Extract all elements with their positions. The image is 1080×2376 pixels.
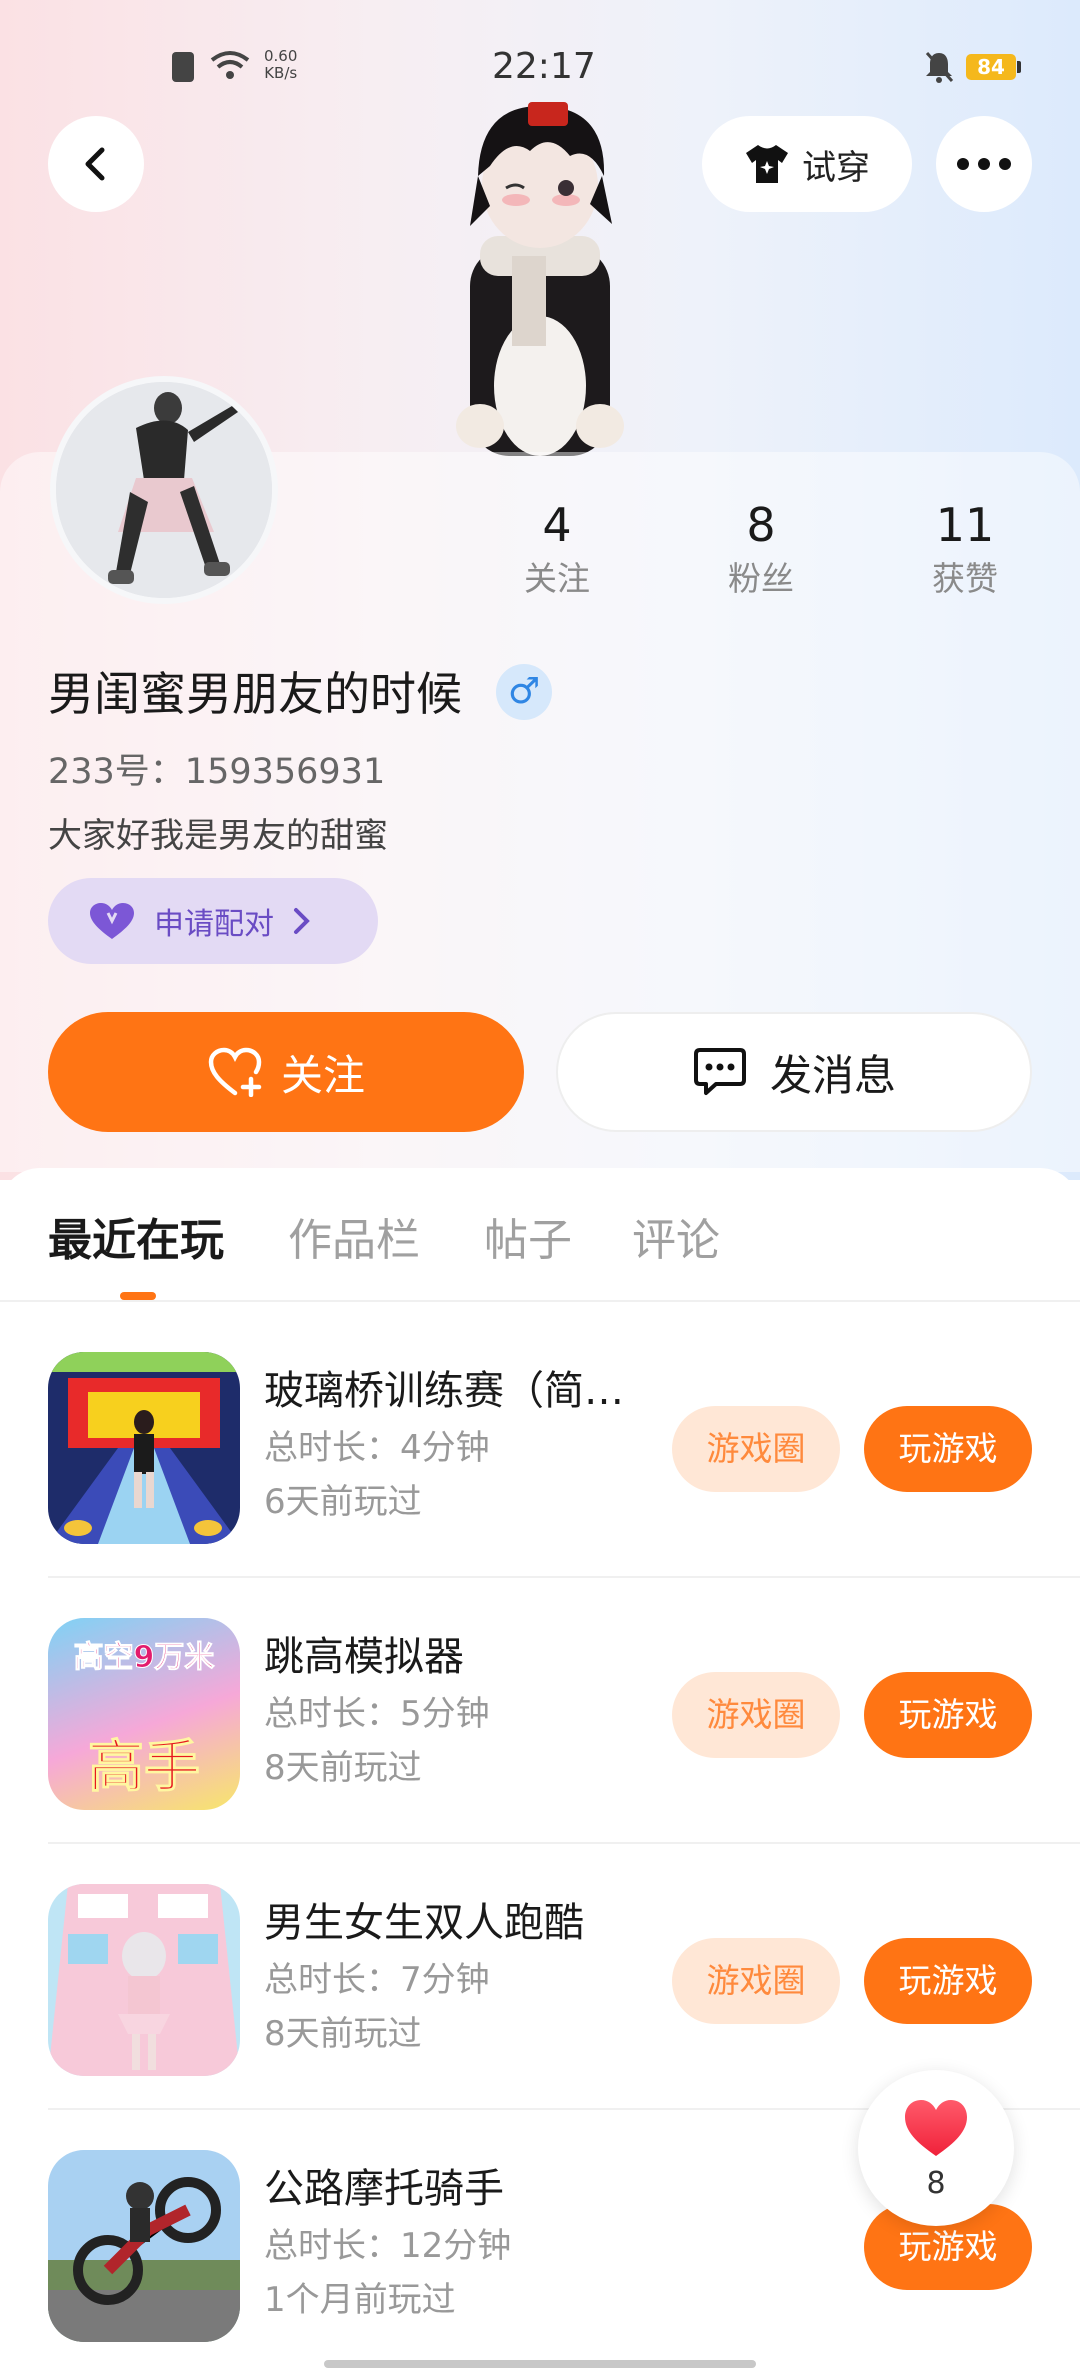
pair-request-label: 申请配对 xyxy=(154,907,274,942)
bell-muted-icon xyxy=(925,52,954,83)
battery-tip xyxy=(1017,61,1021,73)
male-gender-icon: ♂ xyxy=(496,664,552,720)
chat-bubble-icon xyxy=(693,1048,746,1095)
clock: 22:17 xyxy=(492,46,596,87)
game-title: 公路摩托骑手 xyxy=(264,2166,504,2212)
heart-icon xyxy=(905,2100,967,2156)
like-floating-button[interactable]: 8 xyxy=(858,2070,1014,2226)
tab-comments[interactable]: 评论 xyxy=(632,1204,720,1268)
likes-label: 获赞 xyxy=(932,559,998,598)
following-count: 4 xyxy=(542,498,572,552)
game-title: 男生女生双人跑酷 xyxy=(264,1900,584,1946)
game-last-played: 1个月前玩过 xyxy=(264,2280,456,2320)
following-label: 关注 xyxy=(524,559,590,598)
play-game-button[interactable]: 玩游戏 xyxy=(864,1672,1032,1758)
tab-works[interactable]: 作品栏 xyxy=(288,1204,420,1268)
game-icon-caption-bottom: 高手 xyxy=(88,1735,201,1801)
follow-label: 关注 xyxy=(280,1050,365,1100)
game-last-played: 8天前玩过 xyxy=(264,1748,422,1788)
game-icon-high-jump: 高空9万米 高手 xyxy=(48,1618,240,1810)
game-icon-glass-bridge xyxy=(48,1352,240,1544)
game-duration: 总时长：12分钟 xyxy=(264,2226,512,2266)
game-duration: 总时长：5分钟 xyxy=(264,1694,490,1734)
more-dots-icon xyxy=(957,158,1011,170)
stat-following[interactable]: 4 关注 xyxy=(477,495,637,603)
likes-count: 11 xyxy=(935,498,995,552)
send-message-label: 发消息 xyxy=(769,1050,896,1100)
game-circle-button[interactable]: 游戏圈 xyxy=(672,1672,840,1758)
heart-icon xyxy=(90,903,134,939)
game-list-item[interactable]: 高空9万米 高手 跳高模拟器 总时长：5分钟 8天前玩过 游戏圈 玩游戏 xyxy=(0,1578,1080,1844)
try-on-label: 试穿 xyxy=(802,147,870,188)
send-message-button[interactable]: 发消息 xyxy=(556,1012,1032,1132)
game-title: 玻璃桥训练赛（简… xyxy=(264,1368,624,1414)
follow-button[interactable]: 关注 xyxy=(48,1012,524,1132)
game-circle-button[interactable]: 游戏圈 xyxy=(672,1938,840,2024)
network-speed: 0.60 KB/s xyxy=(264,47,298,82)
game-duration: 总时长：4分钟 xyxy=(264,1428,490,1468)
stat-likes[interactable]: 11 获赞 xyxy=(885,495,1045,603)
tab-recent-played[interactable]: 最近在玩 xyxy=(48,1204,224,1268)
game-list-item[interactable]: 男生女生双人跑酷 总时长：7分钟 8天前玩过 游戏圈 玩游戏 xyxy=(0,1844,1080,2110)
game-icon-caption-top: 高空9万米 xyxy=(73,1640,215,1676)
game-list-item[interactable]: 玻璃桥训练赛（简… 总时长：4分钟 6天前玩过 游戏圈 玩游戏 xyxy=(0,1312,1080,1578)
home-indicator[interactable] xyxy=(324,2360,756,2368)
followers-label: 粉丝 xyxy=(728,559,794,598)
tab-posts[interactable]: 帖子 xyxy=(484,1204,572,1268)
game-circle-button[interactable]: 游戏圈 xyxy=(672,1406,840,1492)
character-avatar-image xyxy=(456,102,624,456)
status-bar: 0.60 KB/s 22:17 84 xyxy=(0,40,1080,96)
no-sim-icon xyxy=(172,52,194,82)
avatar-figure-image xyxy=(56,382,272,598)
play-game-button[interactable]: 玩游戏 xyxy=(864,1938,1032,2024)
heart-plus-icon xyxy=(208,1047,262,1097)
user-nickname: 男闺蜜男朋友的时候 xyxy=(48,667,462,721)
more-options-button[interactable] xyxy=(936,116,1032,212)
followers-count: 8 xyxy=(746,498,776,552)
game-duration: 总时长：7分钟 xyxy=(264,1960,490,2000)
battery-indicator: 84 xyxy=(966,54,1016,80)
game-icon-motorbike xyxy=(48,2150,240,2342)
stat-followers[interactable]: 8 粉丝 xyxy=(681,495,841,603)
user-id: 233号：159356931 xyxy=(48,752,386,792)
game-last-played: 6天前玩过 xyxy=(264,1482,422,1522)
chevron-left-icon xyxy=(85,147,105,181)
wifi-icon xyxy=(210,51,250,79)
user-bio: 大家好我是男友的甜蜜 xyxy=(48,816,388,856)
game-last-played: 8天前玩过 xyxy=(264,2014,422,2054)
like-count: 8 xyxy=(926,2166,946,2201)
active-tab-indicator xyxy=(120,1292,156,1300)
back-button[interactable] xyxy=(48,116,144,212)
play-game-button[interactable]: 玩游戏 xyxy=(864,1406,1032,1492)
tabs-divider xyxy=(0,1300,1080,1302)
pair-request-button[interactable]: 申请配对 xyxy=(48,878,378,964)
game-icon-couple-parkour xyxy=(48,1884,240,2076)
chevron-right-icon xyxy=(294,908,310,934)
tshirt-icon xyxy=(746,145,788,183)
try-on-button[interactable]: 试穿 xyxy=(702,116,912,212)
game-title: 跳高模拟器 xyxy=(264,1634,464,1680)
user-avatar[interactable] xyxy=(50,376,278,604)
